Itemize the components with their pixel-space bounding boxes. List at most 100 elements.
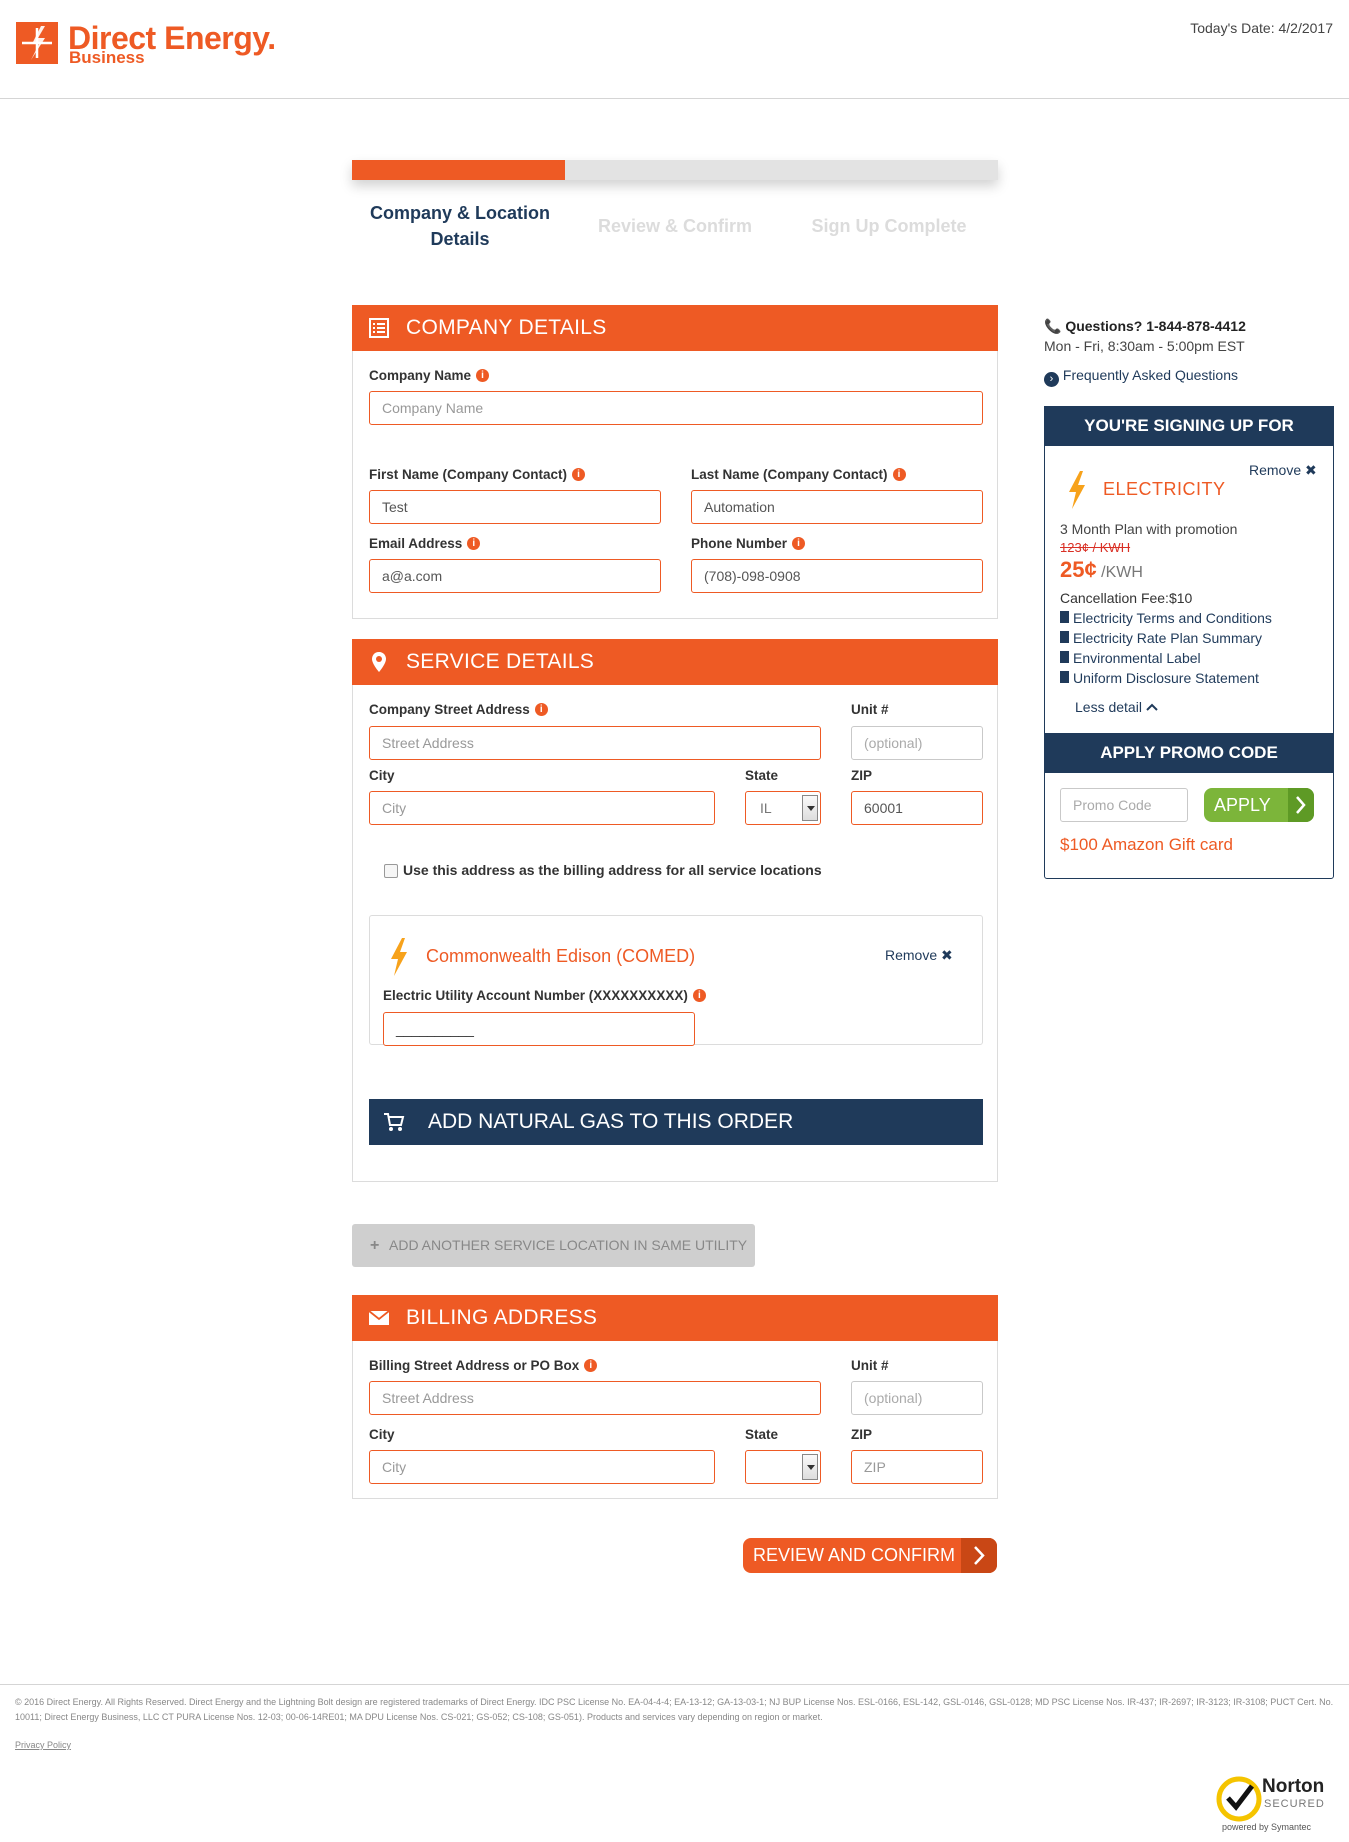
billing-street-input[interactable]: Street Address <box>369 1381 821 1415</box>
faq-link[interactable]: › Frequently Asked Questions <box>1044 367 1238 387</box>
less-detail-link[interactable]: Less detail <box>1075 699 1158 715</box>
document-link[interactable]: Uniform Disclosure Statement <box>1060 670 1272 690</box>
document-link[interactable]: Electricity Terms and Conditions <box>1060 610 1272 630</box>
norton-title: Norton <box>1262 1776 1325 1797</box>
step-company-location: Company & Location Details <box>369 203 550 249</box>
add-service-location-button[interactable]: + ADD ANOTHER SERVICE LOCATION IN SAME U… <box>352 1224 755 1267</box>
billing-address-header: BILLING ADDRESS <box>352 1295 998 1341</box>
brand-sub: Business <box>69 48 145 67</box>
chevron-up-icon <box>1146 703 1158 711</box>
state-label: State <box>745 768 779 783</box>
info-icon[interactable]: i <box>792 537 806 550</box>
billing-zip-label: ZIP <box>851 1427 873 1442</box>
unit-input[interactable]: (optional) <box>851 726 983 760</box>
document-link[interactable]: Environmental Label <box>1060 650 1272 670</box>
lightning-bolt-icon <box>391 938 407 976</box>
utility-card: Commonwealth Edison (COMED) Remove ✖ Ele… <box>369 915 983 1046</box>
add-natural-gas-button[interactable]: ADD NATURAL GAS TO THIS ORDER <box>369 1099 983 1145</box>
close-icon: ✖ <box>941 947 953 963</box>
order-summary-card: YOU'RE SIGNING UP FOR Remove ✖ ELECTRICI… <box>1044 406 1334 879</box>
site-footer: © 2016 Direct Energy. All Rights Reserve… <box>0 1684 1349 1750</box>
first-name-input[interactable]: Test <box>369 490 661 524</box>
panel-title: COMPANY DETAILS <box>406 316 607 339</box>
unit-label: Unit # <box>851 702 889 717</box>
price-value: 25¢ <box>1060 557 1097 582</box>
billing-city-label: City <box>369 1427 395 1442</box>
phone-icon: 📞 <box>1044 318 1062 334</box>
close-icon: ✖ <box>1305 462 1317 478</box>
account-number-input[interactable]: __________ <box>383 1012 695 1046</box>
billing-state-select[interactable] <box>745 1450 821 1484</box>
account-number-label: Electric Utility Account Number (XXXXXXX… <box>383 988 706 1003</box>
panel-title: BILLING ADDRESS <box>406 1306 598 1329</box>
product-name: ELECTRICITY <box>1103 479 1226 499</box>
lightning-logo-icon <box>16 22 58 64</box>
utility-name: Commonwealth Edison (COMED) <box>426 946 696 966</box>
info-icon[interactable]: i <box>692 989 706 1002</box>
info-icon[interactable]: i <box>584 1359 598 1372</box>
info-icon[interactable]: i <box>476 369 490 382</box>
state-select[interactable]: IL <box>745 791 821 825</box>
promo-code-input[interactable]: Promo Code <box>1060 788 1188 822</box>
last-name-input[interactable]: Automation <box>691 490 983 524</box>
info-icon[interactable]: i <box>467 537 481 550</box>
email-label: Email Address i <box>369 536 481 551</box>
add-location-label: ADD ANOTHER SERVICE LOCATION IN SAME UTI… <box>389 1237 748 1253</box>
direct-energy-logo[interactable]: Direct Energy. Business <box>16 20 276 70</box>
chevron-right-icon <box>961 1538 997 1573</box>
billing-city-input[interactable]: City <box>369 1450 715 1484</box>
email-input[interactable]: a@a.com <box>369 559 661 593</box>
billing-same-label: Use this address as the billing address … <box>403 862 822 878</box>
lightning-bolt-icon <box>1069 471 1085 509</box>
zip-input[interactable]: 60001 <box>851 791 983 825</box>
billing-same-checkbox[interactable] <box>384 864 398 878</box>
remove-product-link[interactable]: Remove ✖ <box>1249 462 1317 479</box>
progress-fill <box>352 160 566 180</box>
norton-secured: SECURED <box>1264 1798 1325 1810</box>
utility-remove-link[interactable]: Remove ✖ <box>885 947 953 964</box>
cancellation-fee: Cancellation Fee:$10 <box>1060 590 1193 606</box>
billing-unit-input[interactable]: (optional) <box>851 1381 983 1415</box>
last-name-label: Last Name (Company Contact) i <box>691 467 906 482</box>
service-details-panel: SERVICE DETAILS Company Street Address i … <box>352 639 998 1182</box>
plus-icon: + <box>370 1237 380 1254</box>
street-input[interactable]: Street Address <box>369 726 821 760</box>
phone-input[interactable]: (708)-098-0908 <box>691 559 983 593</box>
city-input[interactable]: City <box>369 791 715 825</box>
review-label: REVIEW AND CONFIRM <box>753 1545 956 1565</box>
first-name-label: First Name (Company Contact) i <box>369 467 586 482</box>
envelope-icon <box>368 1310 390 1325</box>
today-date: Today's Date: 4/2/2017 <box>1190 20 1333 36</box>
support-hours: Mon - Fri, 8:30am - 5:00pm EST <box>1044 338 1245 354</box>
list-icon <box>369 318 389 338</box>
document-icon <box>1060 631 1069 643</box>
info-icon[interactable]: i <box>892 468 906 481</box>
document-link[interactable]: Electricity Rate Plan Summary <box>1060 630 1272 650</box>
privacy-policy-link[interactable]: Privacy Policy <box>15 1740 71 1750</box>
document-icon <box>1060 671 1069 683</box>
company-name-input[interactable]: Company Name <box>369 391 983 425</box>
info-icon[interactable]: i <box>572 468 586 481</box>
billing-street-label: Billing Street Address or PO Box i <box>369 1358 598 1373</box>
plan-name: 3 Month Plan with promotion <box>1060 521 1238 537</box>
promo-reward: $100 Amazon Gift card <box>1060 835 1233 854</box>
review-and-confirm-button[interactable]: REVIEW AND CONFIRM <box>743 1538 997 1573</box>
company-details-header: COMPANY DETAILS <box>352 305 998 351</box>
document-icon <box>1060 651 1069 663</box>
norton-secured-badge[interactable]: Norton SECURED powered by Symantec <box>1216 1770 1336 1836</box>
chevron-down-icon[interactable] <box>802 795 818 821</box>
old-price: 123¢ / KWH <box>1060 540 1131 555</box>
info-icon[interactable]: i <box>534 703 548 716</box>
document-icon <box>1060 611 1069 623</box>
signing-up-header: YOU'RE SIGNING UP FOR <box>1044 406 1334 446</box>
legal-text: © 2016 Direct Energy. All Rights Reserve… <box>15 1697 1334 1722</box>
billing-address-panel: BILLING ADDRESS Billing Street Address o… <box>352 1295 998 1499</box>
chevron-down-icon[interactable] <box>802 1454 818 1480</box>
city-label: City <box>369 768 395 783</box>
documents-list: Electricity Terms and Conditions Electri… <box>1060 610 1272 690</box>
step-review-confirm: Review & Confirm <box>597 216 753 236</box>
apply-promo-button[interactable]: APPLY <box>1204 788 1314 822</box>
billing-zip-input[interactable]: ZIP <box>851 1450 983 1484</box>
panel-title: SERVICE DETAILS <box>406 650 595 673</box>
billing-state-label: State <box>745 1427 779 1442</box>
